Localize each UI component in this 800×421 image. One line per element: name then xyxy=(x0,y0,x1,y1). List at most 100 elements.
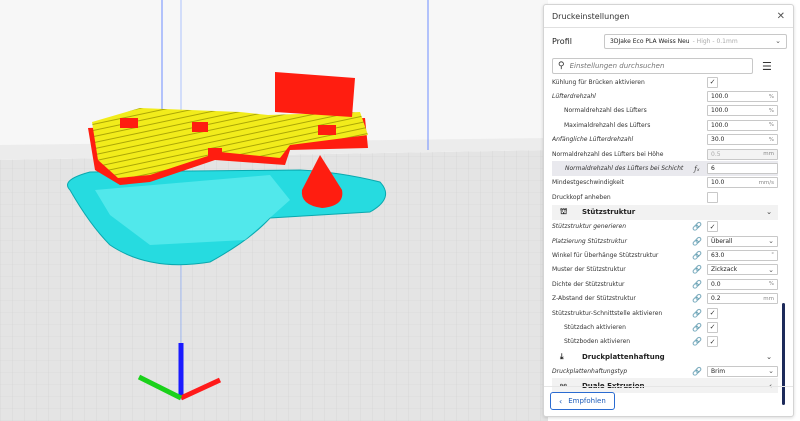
setting-label: Stützstruktur-Schnittstelle aktivieren xyxy=(552,309,663,317)
setting-label: Z-Abstand der Stützstruktur xyxy=(552,295,636,303)
setting-label: Platzierung Stützstruktur xyxy=(552,237,627,245)
setting-row: Kühlung für Brücken aktivieren ✓ xyxy=(552,75,778,89)
adhesion-icon: ⤓ xyxy=(560,351,564,361)
setting-label: Kühlung für Brücken aktivieren xyxy=(552,78,645,86)
setting-label: Stützboden aktivieren xyxy=(564,338,631,346)
setting-label: Winkel für Überhänge Stützstruktur xyxy=(552,251,659,259)
link-icon[interactable]: 🔗 xyxy=(691,323,703,332)
profile-select[interactable]: 3DJake Eco PLA Weiss Neu - High - 0.1mm ⌄ xyxy=(604,33,787,49)
checkbox[interactable]: ✓ xyxy=(707,307,718,319)
checkbox[interactable]: ✓ xyxy=(707,321,718,333)
setting-row: Normaldrehzahl des Lüfters bei Schicht ƒ… xyxy=(552,161,778,176)
link-icon[interactable]: 🔗 xyxy=(691,309,703,318)
setting-row: Stützboden aktivieren 🔗 ✓ xyxy=(552,335,778,349)
setting-label: Dichte der Stützstruktur xyxy=(552,280,625,288)
recommended-label: Empfohlen xyxy=(568,397,606,405)
select-field[interactable]: Überall ⌄ xyxy=(707,235,778,247)
print-settings-panel: Druckeinstellungen ✕ Profil 3DJake Eco P… xyxy=(543,4,794,417)
field-value: Zickzack xyxy=(711,266,738,274)
setting-row: Stützdach aktivieren 🔗 ✓ xyxy=(552,320,778,334)
setting-row: Stützstruktur-Schnittstelle aktivieren 🔗… xyxy=(552,306,778,320)
back-wall xyxy=(275,72,355,117)
setting-row: Muster der Stützstruktur 🔗 Zickzack ⌄ xyxy=(552,263,778,277)
chevron-left-icon: ‹ xyxy=(559,396,563,406)
field-value: Überall xyxy=(711,237,733,245)
field-unit: % xyxy=(768,136,774,143)
checkbox[interactable] xyxy=(707,191,718,203)
field-unit: % xyxy=(768,93,774,100)
setting-label: Normaldrehzahl des Lüfters bei Höhe xyxy=(552,150,664,158)
setting-row: Platzierung Stützstruktur 🔗 Überall ⌄ xyxy=(552,234,778,248)
setting-row: Mindestgeschwindigkeit 10.0 mm/s xyxy=(552,176,778,190)
field-unit: mm xyxy=(763,151,774,158)
menu-icon[interactable]: ☰ xyxy=(762,60,772,73)
field-value: Brim xyxy=(711,367,726,375)
select-field[interactable]: Brim ⌄ xyxy=(707,365,778,377)
value-field[interactable]: 100.0% xyxy=(707,105,778,117)
link-icon[interactable]: 🔗 xyxy=(691,251,703,260)
setting-row: Druckkopf anheben xyxy=(552,190,778,204)
setting-label: Druckkopf anheben xyxy=(552,193,611,201)
section-adhesion[interactable]: ⤓ Druckplattenhaftung ⌄ xyxy=(552,349,778,365)
link-icon[interactable]: 🔗 xyxy=(691,280,703,289)
setting-row: Z-Abstand der Stützstruktur 🔗 0.2 mm xyxy=(552,291,778,305)
field-unit: % xyxy=(768,122,774,129)
panel-title: Druckeinstellungen xyxy=(552,11,630,21)
support-icon: ⛫ xyxy=(560,207,568,217)
setting-label: Maximaldrehzahl des Lüfters xyxy=(564,121,651,129)
value-field[interactable]: 30.0% xyxy=(707,134,778,146)
field-value: 63.0 xyxy=(711,251,725,259)
select-field[interactable]: Zickzack ⌄ xyxy=(707,264,778,276)
value-field[interactable]: 100.0% xyxy=(707,119,778,131)
field-unit: mm xyxy=(763,295,774,302)
link-icon[interactable]: 🔗 xyxy=(691,265,703,274)
field-value: 0.2 xyxy=(711,295,721,303)
setting-row: Normaldrehzahl des Lüfters 100.0% xyxy=(552,104,778,118)
setting-label: Stützstruktur generieren xyxy=(552,223,626,231)
function-icon[interactable]: ƒₓ xyxy=(691,165,703,173)
settings-list[interactable]: Kühlung für Brücken aktivieren ✓ Lüfterd… xyxy=(552,75,778,393)
value-field[interactable]: 100.0% xyxy=(707,91,778,103)
setting-label: Muster der Stützstruktur xyxy=(552,266,626,274)
field-value: 0.0 xyxy=(711,280,721,288)
value-field[interactable]: 6 xyxy=(707,163,778,175)
checkbox[interactable]: ✓ xyxy=(707,76,718,88)
value-field[interactable]: 10.0 mm/s xyxy=(707,177,778,189)
link-icon[interactable]: 🔗 xyxy=(691,337,703,346)
field-value: 30.0 xyxy=(711,136,725,144)
profile-label: Profil xyxy=(552,36,572,46)
setting-label: Normaldrehzahl des Lüfters bei Schicht xyxy=(565,165,684,173)
search-input[interactable] xyxy=(569,62,740,70)
field-value: 10.0 xyxy=(711,179,725,187)
profile-value: 3DJake Eco PLA Weiss Neu xyxy=(610,37,690,45)
search-box[interactable]: ⚲ xyxy=(552,58,753,74)
setting-row: Lüfterdrehzahl 100.0% xyxy=(552,89,778,103)
link-icon[interactable]: 🔗 xyxy=(691,237,703,246)
chevron-down-icon: ⌄ xyxy=(768,237,774,246)
setting-label: Mindestgeschwindigkeit xyxy=(552,179,624,187)
link-icon[interactable]: 🔗 xyxy=(691,294,703,303)
close-icon[interactable]: ✕ xyxy=(777,11,785,22)
search-row: ⚲ ☰ xyxy=(552,58,787,74)
field-value: 100.0 xyxy=(711,93,729,101)
value-field[interactable]: 0.2 mm xyxy=(707,293,778,305)
field-value: 100.0 xyxy=(711,107,729,115)
search-icon: ⚲ xyxy=(558,61,565,71)
chevron-down-icon: ⌄ xyxy=(768,265,774,274)
setting-row: Druckplattenhaftungstyp 🔗 Brim ⌄ xyxy=(552,364,778,378)
link-icon[interactable]: 🔗 xyxy=(691,367,703,376)
checkbox[interactable]: ✓ xyxy=(707,336,718,348)
setting-row: Maximaldrehzahl des Lüfters 100.0% xyxy=(552,118,778,132)
field-value: 100.0 xyxy=(711,121,729,129)
link-icon[interactable]: 🔗 xyxy=(691,222,703,231)
chevron-down-icon: ⌄ xyxy=(768,367,774,376)
value-field[interactable]: 0.0% xyxy=(707,278,778,290)
chevron-down-icon: ⌄ xyxy=(766,352,772,361)
value-field[interactable]: 63.0 ° xyxy=(707,249,778,261)
panel-footer: ‹ Empfohlen xyxy=(544,386,793,416)
recommended-button[interactable]: ‹ Empfohlen xyxy=(550,392,615,410)
field-unit: mm/s xyxy=(758,179,774,186)
value-field: 0.5 mm xyxy=(707,148,778,160)
checkbox[interactable]: ✓ xyxy=(707,221,718,233)
section-support[interactable]: ⛫ Stützstruktur ⌄ xyxy=(552,204,778,220)
